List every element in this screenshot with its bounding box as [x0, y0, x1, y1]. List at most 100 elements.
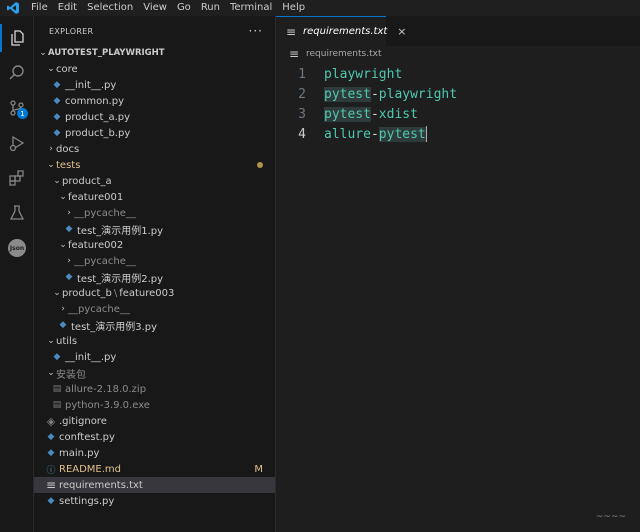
- explorer-icon[interactable]: [0, 24, 34, 52]
- explorer-sidebar: EXPLORER ··· ⌄ AUTOTEST_PLAYWRIGHT ⌄ cor…: [34, 16, 276, 532]
- search-icon[interactable]: [0, 59, 34, 87]
- tree-file-readme[interactable]: ⓘ README.md M: [34, 461, 275, 477]
- tree-file[interactable]: ▤ allure-2.18.0.zip: [34, 381, 275, 397]
- chevron-right-icon: ›: [61, 304, 65, 314]
- extensions-icon[interactable]: [0, 164, 34, 192]
- tab-bar: ≡ requirements.txt ×: [276, 16, 640, 46]
- text-cursor: [425, 126, 427, 142]
- menu-edit[interactable]: Edit: [53, 0, 82, 16]
- tree-file[interactable]: ◆ test_演示用例3.py: [34, 317, 275, 333]
- tree-folder-docs[interactable]: › docs: [34, 141, 275, 157]
- line-number: 4: [298, 126, 306, 142]
- tree-file[interactable]: ◆ common.py: [34, 93, 275, 109]
- line-number: 3: [298, 106, 306, 122]
- code-token: -: [370, 106, 379, 122]
- tree-file[interactable]: ▤ python-3.9.0.exe: [34, 397, 275, 413]
- line-number: 1: [298, 66, 306, 82]
- tab-requirements[interactable]: ≡ requirements.txt ×: [276, 16, 407, 46]
- code-editor[interactable]: 1 playwright 2 pytest - playwright 3 pytes…: [276, 64, 640, 144]
- chevron-right-icon: ›: [67, 256, 71, 266]
- code-token: playwright: [324, 66, 403, 82]
- menu-selection[interactable]: Selection: [82, 0, 138, 16]
- code-line: 2 pytest - playwright: [276, 84, 640, 104]
- tree-file[interactable]: ◆ product_a.py: [34, 109, 275, 125]
- file-tree: ⌄ AUTOTEST_PLAYWRIGHT ⌄ core ◆ __init__.…: [34, 45, 275, 509]
- tree-file[interactable]: ◆ __init__.py: [34, 349, 275, 365]
- chevron-down-icon: ⌄: [47, 336, 55, 346]
- menu-help[interactable]: Help: [277, 0, 310, 16]
- code-token: pytest: [378, 126, 426, 142]
- python-file-icon: ◆: [47, 432, 55, 442]
- vscode-logo-icon: [0, 0, 26, 16]
- tree-folder-installers[interactable]: ⌄ 安装包: [34, 365, 275, 381]
- menu-go[interactable]: Go: [172, 0, 196, 16]
- tree-file[interactable]: ◆ settings.py: [34, 493, 275, 509]
- tree-file[interactable]: ◆ test_演示用例1.py: [34, 221, 275, 237]
- chevron-down-icon: ⌄: [39, 48, 47, 58]
- chevron-down-icon: ⌄: [47, 160, 55, 170]
- git-file-icon: ◈: [46, 414, 56, 428]
- menu-terminal[interactable]: Terminal: [225, 0, 277, 16]
- run-debug-icon[interactable]: [0, 129, 34, 157]
- text-file-icon: ≡: [289, 47, 300, 61]
- python-file-icon: ◆: [47, 448, 55, 458]
- tree-file[interactable]: ◆ product_b.py: [34, 125, 275, 141]
- code-line: 1 playwright: [276, 64, 640, 84]
- chevron-down-icon: ⌄: [47, 64, 55, 74]
- tree-file[interactable]: ◆ test_演示用例2.py: [34, 269, 275, 285]
- json-extension-icon[interactable]: Json: [0, 234, 34, 262]
- code-token: allure: [324, 126, 371, 142]
- tree-folder-core[interactable]: ⌄ core: [34, 61, 275, 77]
- exe-file-icon: ▤: [52, 400, 62, 410]
- more-actions-icon[interactable]: ···: [249, 24, 263, 38]
- python-file-icon: ◆: [53, 80, 61, 90]
- tree-folder-feature002[interactable]: ⌄ feature002: [34, 237, 275, 253]
- code-line: 3 pytest - xdist: [276, 104, 640, 124]
- code-token: pytest: [324, 86, 371, 102]
- chevron-down-icon: ⌄: [53, 288, 61, 298]
- menu-view[interactable]: View: [138, 0, 172, 16]
- tree-folder-feature001[interactable]: ⌄ feature001: [34, 189, 275, 205]
- watermark: ~~~~: [595, 512, 626, 522]
- tree-folder-product-a[interactable]: ⌄ product_a: [34, 173, 275, 189]
- scm-badge: 1: [17, 108, 28, 119]
- tree-file[interactable]: ◆ conftest.py: [34, 429, 275, 445]
- source-control-icon[interactable]: 1: [0, 94, 34, 122]
- python-file-icon: ◆: [65, 224, 73, 234]
- chevron-right-icon: ›: [67, 208, 71, 218]
- menu-bar: File Edit Selection View Go Run Terminal…: [0, 0, 640, 16]
- chevron-down-icon: ⌄: [53, 176, 61, 186]
- chevron-down-icon: ⌄: [59, 192, 67, 202]
- menu-file[interactable]: File: [26, 0, 53, 16]
- python-file-icon: ◆: [53, 128, 61, 138]
- tree-folder-pycache[interactable]: › __pycache__: [34, 205, 275, 221]
- testing-flask-icon[interactable]: [0, 199, 34, 227]
- code-token: -: [370, 126, 379, 142]
- tree-folder-utils[interactable]: ⌄ utils: [34, 333, 275, 349]
- chevron-down-icon: ⌄: [59, 240, 67, 250]
- close-icon[interactable]: ×: [397, 25, 406, 38]
- tree-folder-pycache[interactable]: › __pycache__: [34, 253, 275, 269]
- modified-dot-icon: [257, 162, 263, 168]
- breadcrumb: ≡ requirements.txt: [276, 46, 640, 62]
- modified-status-badge: M: [254, 463, 263, 475]
- python-file-icon: ◆: [59, 320, 67, 330]
- tree-folder-product-b-feature003[interactable]: ⌄ product_b \ feature003: [34, 285, 275, 301]
- breadcrumb-file[interactable]: requirements.txt: [306, 49, 381, 59]
- zip-file-icon: ▤: [52, 384, 62, 394]
- code-token: -: [370, 86, 379, 102]
- tree-file[interactable]: ◈ .gitignore: [34, 413, 275, 429]
- tree-folder-tests[interactable]: ⌄ tests: [34, 157, 275, 173]
- tree-folder-pycache[interactable]: › __pycache__: [34, 301, 275, 317]
- tree-file[interactable]: ◆ main.py: [34, 445, 275, 461]
- text-file-icon: ≡: [286, 24, 297, 39]
- code-token: xdist: [378, 106, 418, 122]
- tree-file[interactable]: ◆ __init__.py: [34, 77, 275, 93]
- tree-file-requirements[interactable]: ≡ requirements.txt: [34, 477, 275, 493]
- explorer-header: EXPLORER ···: [34, 16, 275, 46]
- explorer-title: EXPLORER: [49, 26, 94, 36]
- editor-area: ≡ requirements.txt × ≡ requirements.txt …: [276, 16, 640, 532]
- menu-run[interactable]: Run: [196, 0, 225, 16]
- info-icon: ⓘ: [46, 465, 56, 476]
- tree-root-folder[interactable]: ⌄ AUTOTEST_PLAYWRIGHT: [34, 45, 275, 61]
